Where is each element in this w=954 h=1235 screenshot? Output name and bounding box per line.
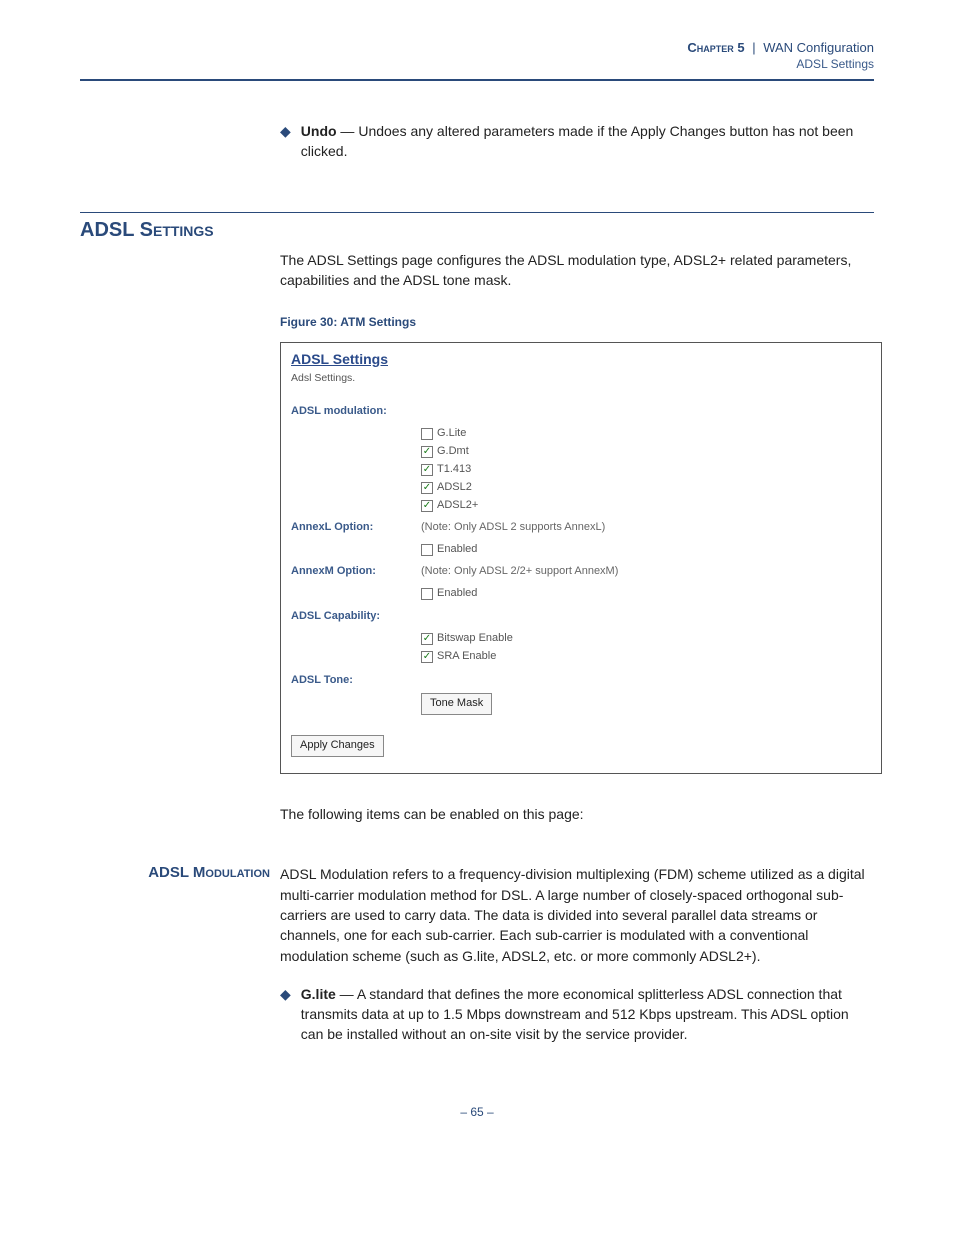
header-section: WAN Configuration bbox=[763, 40, 874, 55]
modulation-option-1-label: G.Dmt bbox=[437, 444, 469, 460]
modulation-option-4-checkbox[interactable]: ✓ bbox=[421, 500, 433, 512]
annexl-enabled-checkbox[interactable] bbox=[421, 544, 433, 556]
capability-option-1-checkbox[interactable]: ✓ bbox=[421, 651, 433, 663]
undo-paragraph: ◆ Undo — Undoes any altered parameters m… bbox=[280, 121, 874, 162]
glite-dash: — bbox=[336, 986, 357, 1002]
diamond-bullet-icon: ◆ bbox=[280, 121, 291, 162]
annexl-enabled-label: Enabled bbox=[437, 542, 477, 558]
page-header: Chapter 5 | WAN Configuration ADSL Setti… bbox=[80, 40, 874, 81]
tone-label: ADSL Tone: bbox=[291, 673, 421, 689]
page-number: – 65 – bbox=[80, 1105, 874, 1119]
glite-term: G.lite bbox=[301, 986, 336, 1002]
adsl-modulation-body: ADSL Modulation refers to a frequency-di… bbox=[280, 864, 874, 965]
capability-option-1-label: SRA Enable bbox=[437, 649, 496, 665]
annexm-enabled-checkbox[interactable] bbox=[421, 588, 433, 600]
header-separator: | bbox=[752, 40, 755, 55]
capability-option-0-label: Bitswap Enable bbox=[437, 631, 513, 647]
modulation-option-0-checkbox[interactable] bbox=[421, 428, 433, 440]
modulation-option-4-label: ADSL2+ bbox=[437, 498, 478, 514]
section-heading-adsl-settings: ADSL Settings bbox=[80, 219, 874, 242]
capability-option-0-checkbox[interactable]: ✓ bbox=[421, 633, 433, 645]
undo-dash: — bbox=[337, 123, 359, 139]
annexm-enabled-label: Enabled bbox=[437, 586, 477, 602]
annexl-note: (Note: Only ADSL 2 supports AnnexL) bbox=[421, 520, 871, 536]
screenshot-title: ADSL Settings bbox=[291, 349, 871, 369]
figure-caption: Figure 30: ATM Settings bbox=[280, 314, 874, 331]
annexm-note: (Note: Only ADSL 2/2+ support AnnexM) bbox=[421, 564, 871, 580]
header-subsection: ADSL Settings bbox=[80, 57, 874, 71]
modulation-option-1-checkbox[interactable]: ✓ bbox=[421, 446, 433, 458]
undo-term: Undo bbox=[301, 123, 337, 139]
glite-description: A standard that defines the more economi… bbox=[301, 986, 849, 1043]
following-items-text: The following items can be enabled on th… bbox=[280, 804, 874, 824]
adsl-settings-screenshot: ADSL Settings Adsl Settings. ADSL modula… bbox=[280, 342, 882, 775]
modulation-option-3-label: ADSL2 bbox=[437, 480, 472, 496]
header-chapter: Chapter 5 bbox=[687, 40, 744, 55]
tone-mask-button[interactable]: Tone Mask bbox=[421, 693, 492, 715]
side-heading-adsl-modulation: ADSL Modulation bbox=[80, 864, 280, 1044]
capability-label: ADSL Capability: bbox=[291, 609, 421, 625]
diamond-bullet-icon: ◆ bbox=[280, 984, 291, 1045]
screenshot-subtitle: Adsl Settings. bbox=[291, 371, 871, 386]
annexl-label: AnnexL Option: bbox=[291, 520, 421, 536]
modulation-label: ADSL modulation: bbox=[291, 404, 421, 420]
modulation-option-0-label: G.Lite bbox=[437, 426, 466, 442]
undo-description: Undoes any altered parameters made if th… bbox=[301, 123, 854, 159]
apply-changes-button[interactable]: Apply Changes bbox=[291, 735, 384, 757]
modulation-option-2-checkbox[interactable]: ✓ bbox=[421, 464, 433, 476]
section-divider bbox=[80, 212, 874, 213]
modulation-option-3-checkbox[interactable]: ✓ bbox=[421, 482, 433, 494]
modulation-option-2-label: T1.413 bbox=[437, 462, 471, 478]
annexm-label: AnnexM Option: bbox=[291, 564, 421, 580]
intro-paragraph: The ADSL Settings page configures the AD… bbox=[280, 250, 874, 291]
